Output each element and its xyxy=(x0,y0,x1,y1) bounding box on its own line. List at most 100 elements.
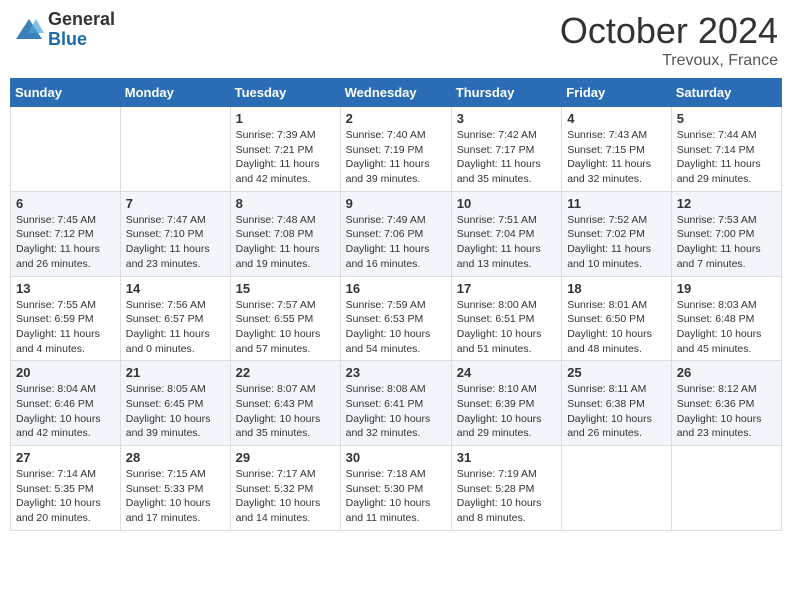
calendar-week-row: 1Sunrise: 7:39 AMSunset: 7:21 PMDaylight… xyxy=(11,107,782,192)
calendar-week-row: 27 Sunrise: 7:14 AMSunset: 5:35 PMDayligh… xyxy=(11,446,782,531)
calendar-cell: 25 Sunrise: 8:11 AMSunset: 6:38 PMDayligh… xyxy=(562,361,672,446)
calendar-cell: 19Sunrise: 8:03 AMSunset: 6:48 PMDayligh… xyxy=(671,276,781,361)
day-info: Sunrise: 7:47 AMSunset: 7:10 PMDaylight:… xyxy=(126,213,225,272)
day-info: Sunrise: 8:11 AMSunset: 6:38 PMDaylight:… xyxy=(567,382,666,441)
weekday-header: Thursday xyxy=(451,79,561,107)
day-number: 20 xyxy=(16,365,115,380)
day-info: Sunrise: 8:08 AMSunset: 6:41 PMDaylight:… xyxy=(346,382,446,441)
logo: General Blue xyxy=(14,10,115,50)
day-number: 24 xyxy=(457,365,556,380)
calendar-cell: 26Sunrise: 8:12 AMSunset: 6:36 PMDayligh… xyxy=(671,361,781,446)
day-number: 23 xyxy=(346,365,446,380)
calendar-cell: 15Sunrise: 7:57 AMSunset: 6:55 PMDayligh… xyxy=(230,276,340,361)
day-info: Sunrise: 7:19 AMSunset: 5:28 PMDaylight:… xyxy=(457,467,556,526)
calendar-cell: 17Sunrise: 8:00 AMSunset: 6:51 PMDayligh… xyxy=(451,276,561,361)
calendar-cell: 8 Sunrise: 7:48 AMSunset: 7:08 PMDaylight… xyxy=(230,191,340,276)
day-number: 3 xyxy=(457,111,556,126)
calendar-cell: 11 Sunrise: 7:52 AMSunset: 7:02 PMDayligh… xyxy=(562,191,672,276)
calendar-cell: 21 Sunrise: 8:05 AMSunset: 6:45 PMDayligh… xyxy=(120,361,230,446)
day-number: 22 xyxy=(236,365,335,380)
day-number: 21 xyxy=(126,365,225,380)
calendar-cell: 7 Sunrise: 7:47 AMSunset: 7:10 PMDaylight… xyxy=(120,191,230,276)
day-info: Sunrise: 7:14 AMSunset: 5:35 PMDaylight:… xyxy=(16,467,115,526)
calendar-cell: 23 Sunrise: 8:08 AMSunset: 6:41 PMDayligh… xyxy=(340,361,451,446)
calendar-cell: 30Sunrise: 7:18 AMSunset: 5:30 PMDayligh… xyxy=(340,446,451,531)
day-number: 1 xyxy=(236,111,335,126)
logo-general-text: General xyxy=(48,10,115,30)
weekday-header: Monday xyxy=(120,79,230,107)
day-number: 7 xyxy=(126,196,225,211)
title-block: October 2024 Trevoux, France xyxy=(560,10,778,70)
day-number: 31 xyxy=(457,450,556,465)
day-info: Sunrise: 7:53 AMSunset: 7:00 PMDaylight:… xyxy=(677,213,776,272)
calendar-cell: 5Sunrise: 7:44 AMSunset: 7:14 PMDaylight… xyxy=(671,107,781,192)
day-info: Sunrise: 8:04 AMSunset: 6:46 PMDaylight:… xyxy=(16,382,115,441)
calendar-cell: 10 Sunrise: 7:51 AMSunset: 7:04 PMDayligh… xyxy=(451,191,561,276)
weekday-header: Wednesday xyxy=(340,79,451,107)
day-number: 18 xyxy=(567,281,666,296)
calendar-cell: 16 Sunrise: 7:59 AMSunset: 6:53 PMDayligh… xyxy=(340,276,451,361)
day-number: 8 xyxy=(236,196,335,211)
calendar-cell: 2Sunrise: 7:40 AMSunset: 7:19 PMDaylight… xyxy=(340,107,451,192)
calendar-cell: 3 Sunrise: 7:42 AMSunset: 7:17 PMDaylight… xyxy=(451,107,561,192)
calendar-cell: 13 Sunrise: 7:55 AMSunset: 6:59 PMDayligh… xyxy=(11,276,121,361)
calendar-cell: 9 Sunrise: 7:49 AMSunset: 7:06 PMDaylight… xyxy=(340,191,451,276)
calendar-cell: 4Sunrise: 7:43 AMSunset: 7:15 PMDaylight… xyxy=(562,107,672,192)
weekday-header: Saturday xyxy=(671,79,781,107)
day-info: Sunrise: 7:52 AMSunset: 7:02 PMDaylight:… xyxy=(567,213,666,272)
day-info: Sunrise: 8:12 AMSunset: 6:36 PMDaylight:… xyxy=(677,382,776,441)
day-number: 14 xyxy=(126,281,225,296)
day-info: Sunrise: 7:49 AMSunset: 7:06 PMDaylight:… xyxy=(346,213,446,272)
calendar-cell: 12 Sunrise: 7:53 AMSunset: 7:00 PMDayligh… xyxy=(671,191,781,276)
calendar-cell: 20 Sunrise: 8:04 AMSunset: 6:46 PMDayligh… xyxy=(11,361,121,446)
calendar-cell: 14 Sunrise: 7:56 AMSunset: 6:57 PMDayligh… xyxy=(120,276,230,361)
day-number: 12 xyxy=(677,196,776,211)
calendar-week-row: 20 Sunrise: 8:04 AMSunset: 6:46 PMDayligh… xyxy=(11,361,782,446)
day-info: Sunrise: 7:59 AMSunset: 6:53 PMDaylight:… xyxy=(346,298,446,357)
calendar-cell: 18 Sunrise: 8:01 AMSunset: 6:50 PMDayligh… xyxy=(562,276,672,361)
calendar-cell xyxy=(120,107,230,192)
calendar-cell: 24 Sunrise: 8:10 AMSunset: 6:39 PMDayligh… xyxy=(451,361,561,446)
day-number: 25 xyxy=(567,365,666,380)
page-header: General Blue October 2024 Trevoux, Franc… xyxy=(10,10,782,70)
calendar-cell: 28Sunrise: 7:15 AMSunset: 5:33 PMDayligh… xyxy=(120,446,230,531)
calendar-cell: 29 Sunrise: 7:17 AMSunset: 5:32 PMDayligh… xyxy=(230,446,340,531)
day-info: Sunrise: 7:48 AMSunset: 7:08 PMDaylight:… xyxy=(236,213,335,272)
day-info: Sunrise: 7:55 AMSunset: 6:59 PMDaylight:… xyxy=(16,298,115,357)
location-text: Trevoux, France xyxy=(560,52,778,70)
logo-icon xyxy=(14,15,44,45)
day-number: 6 xyxy=(16,196,115,211)
day-info: Sunrise: 8:10 AMSunset: 6:39 PMDaylight:… xyxy=(457,382,556,441)
day-info: Sunrise: 8:07 AMSunset: 6:43 PMDaylight:… xyxy=(236,382,335,441)
day-info: Sunrise: 7:42 AMSunset: 7:17 PMDaylight:… xyxy=(457,128,556,187)
day-number: 11 xyxy=(567,196,666,211)
day-number: 9 xyxy=(346,196,446,211)
header-row: SundayMondayTuesdayWednesdayThursdayFrid… xyxy=(11,79,782,107)
day-info: Sunrise: 8:03 AMSunset: 6:48 PMDaylight:… xyxy=(677,298,776,357)
weekday-header: Sunday xyxy=(11,79,121,107)
day-info: Sunrise: 7:18 AMSunset: 5:30 PMDaylight:… xyxy=(346,467,446,526)
day-number: 13 xyxy=(16,281,115,296)
day-info: Sunrise: 7:51 AMSunset: 7:04 PMDaylight:… xyxy=(457,213,556,272)
day-number: 27 xyxy=(16,450,115,465)
day-info: Sunrise: 7:45 AMSunset: 7:12 PMDaylight:… xyxy=(16,213,115,272)
calendar-cell: 22 Sunrise: 8:07 AMSunset: 6:43 PMDayligh… xyxy=(230,361,340,446)
day-info: Sunrise: 8:05 AMSunset: 6:45 PMDaylight:… xyxy=(126,382,225,441)
calendar-cell xyxy=(671,446,781,531)
day-info: Sunrise: 8:01 AMSunset: 6:50 PMDaylight:… xyxy=(567,298,666,357)
day-info: Sunrise: 7:17 AMSunset: 5:32 PMDaylight:… xyxy=(236,467,335,526)
calendar-cell xyxy=(11,107,121,192)
calendar-cell: 31 Sunrise: 7:19 AMSunset: 5:28 PMDayligh… xyxy=(451,446,561,531)
weekday-header: Tuesday xyxy=(230,79,340,107)
month-title: October 2024 xyxy=(560,10,778,52)
day-info: Sunrise: 7:15 AMSunset: 5:33 PMDaylight:… xyxy=(126,467,225,526)
day-number: 16 xyxy=(346,281,446,296)
calendar-cell: 6 Sunrise: 7:45 AMSunset: 7:12 PMDaylight… xyxy=(11,191,121,276)
day-info: Sunrise: 7:56 AMSunset: 6:57 PMDaylight:… xyxy=(126,298,225,357)
day-info: Sunrise: 7:43 AMSunset: 7:15 PMDaylight:… xyxy=(567,128,666,187)
day-number: 10 xyxy=(457,196,556,211)
day-number: 29 xyxy=(236,450,335,465)
calendar-cell xyxy=(562,446,672,531)
weekday-header: Friday xyxy=(562,79,672,107)
calendar-cell: 1Sunrise: 7:39 AMSunset: 7:21 PMDaylight… xyxy=(230,107,340,192)
